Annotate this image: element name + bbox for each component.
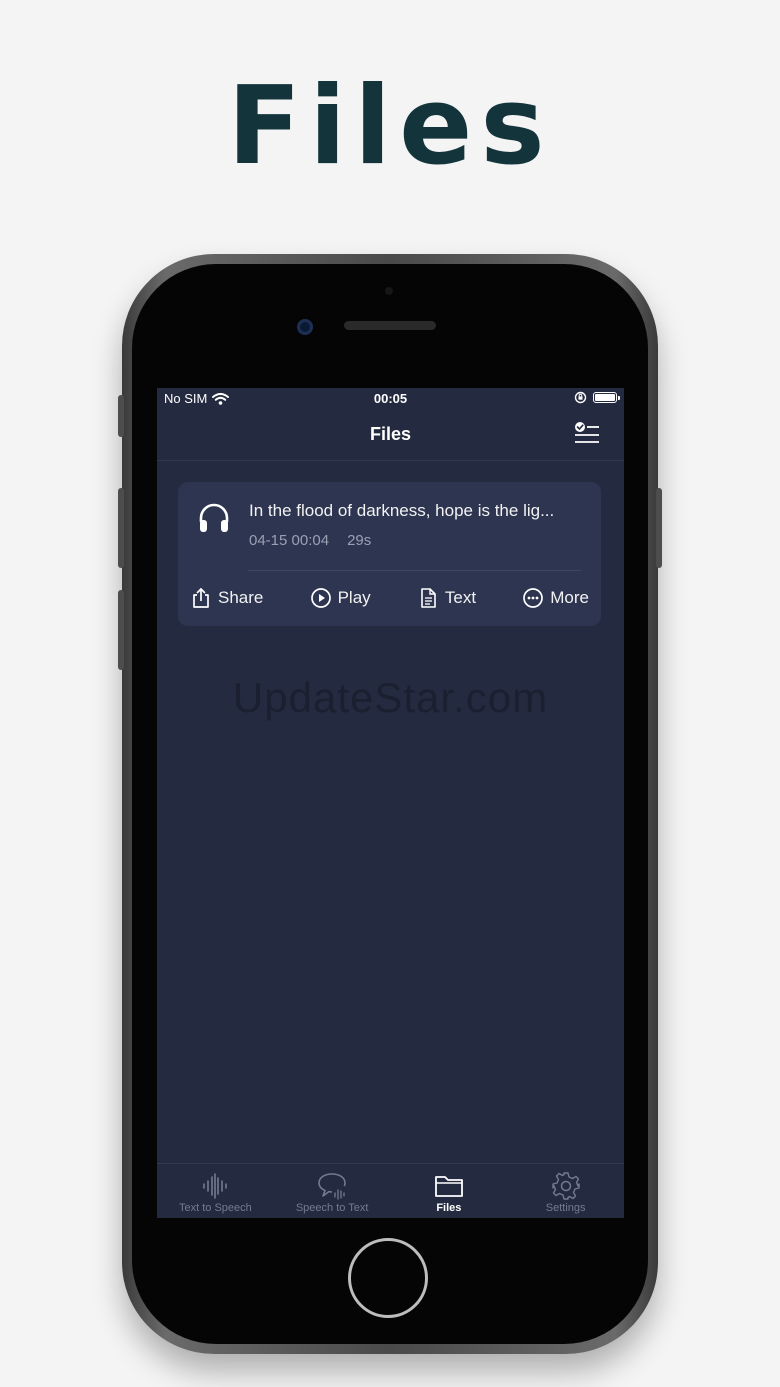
more-label: More <box>550 588 589 607</box>
nav-title: Files <box>369 424 412 444</box>
tab-label-files: Files <box>436 1202 462 1214</box>
more-icon <box>523 588 544 608</box>
tab-label-settings: Settings <box>545 1202 586 1214</box>
orientation-lock-icon <box>574 391 587 404</box>
folder-icon <box>434 1176 463 1197</box>
proximity-sensor <box>385 287 393 295</box>
status-bar: No SIM 00:05 <box>157 388 624 410</box>
battery-icon <box>593 392 620 403</box>
card-divider <box>248 570 581 571</box>
file-date: 04-15 00:04 <box>249 532 330 549</box>
tab-text-to-speech[interactable]: Text to Speech <box>157 1164 274 1218</box>
file-meta: 04-15 00:04 29s <box>249 532 371 549</box>
play-label: Play <box>337 588 371 607</box>
promo-title: Files <box>227 64 553 189</box>
file-actions: Share Play Text More <box>190 583 589 613</box>
watermark: UpdateStar.com <box>232 674 549 721</box>
text-button[interactable]: Text <box>417 587 476 609</box>
headphones-icon <box>199 503 229 532</box>
tab-label-speech-to-text: Speech to Text <box>295 1202 369 1214</box>
file-text-preview: In the flood of darkness, hope is the li… <box>249 501 555 520</box>
tab-files[interactable]: Files <box>391 1164 508 1218</box>
play-button[interactable]: Play <box>310 587 371 609</box>
share-label: Share <box>218 588 264 607</box>
power-button <box>656 488 662 568</box>
more-button[interactable]: More <box>522 587 589 609</box>
speech-bubble-icon <box>318 1173 346 1200</box>
home-button[interactable] <box>348 1238 428 1318</box>
tab-bar: Text to Speech Speech to Text Files Sett… <box>157 1163 624 1218</box>
checklist-icon[interactable] <box>572 420 600 448</box>
front-camera <box>297 319 313 335</box>
play-icon <box>310 588 331 608</box>
app-screen: No SIM 00:05 Files In the flood of darkn… <box>157 388 624 1218</box>
document-icon <box>421 588 436 608</box>
navigation-bar: Files <box>157 410 624 461</box>
share-icon <box>193 587 209 608</box>
waveform-icon <box>203 1173 228 1199</box>
volume-down-button <box>118 590 124 670</box>
text-label: Text <box>444 588 477 607</box>
status-time: 00:05 <box>373 391 408 406</box>
mute-switch <box>118 395 124 437</box>
tab-settings[interactable]: Settings <box>507 1164 624 1218</box>
share-button[interactable]: Share <box>190 587 263 609</box>
gear-icon <box>551 1172 580 1200</box>
file-duration: 29s <box>347 532 372 549</box>
tab-label-text-to-speech: Text to Speech <box>178 1202 252 1214</box>
earpiece-speaker <box>344 321 436 330</box>
tab-speech-to-text[interactable]: Speech to Text <box>274 1164 391 1218</box>
volume-up-button <box>118 488 124 568</box>
file-item[interactable]: In the flood of darkness, hope is the li… <box>178 482 601 626</box>
